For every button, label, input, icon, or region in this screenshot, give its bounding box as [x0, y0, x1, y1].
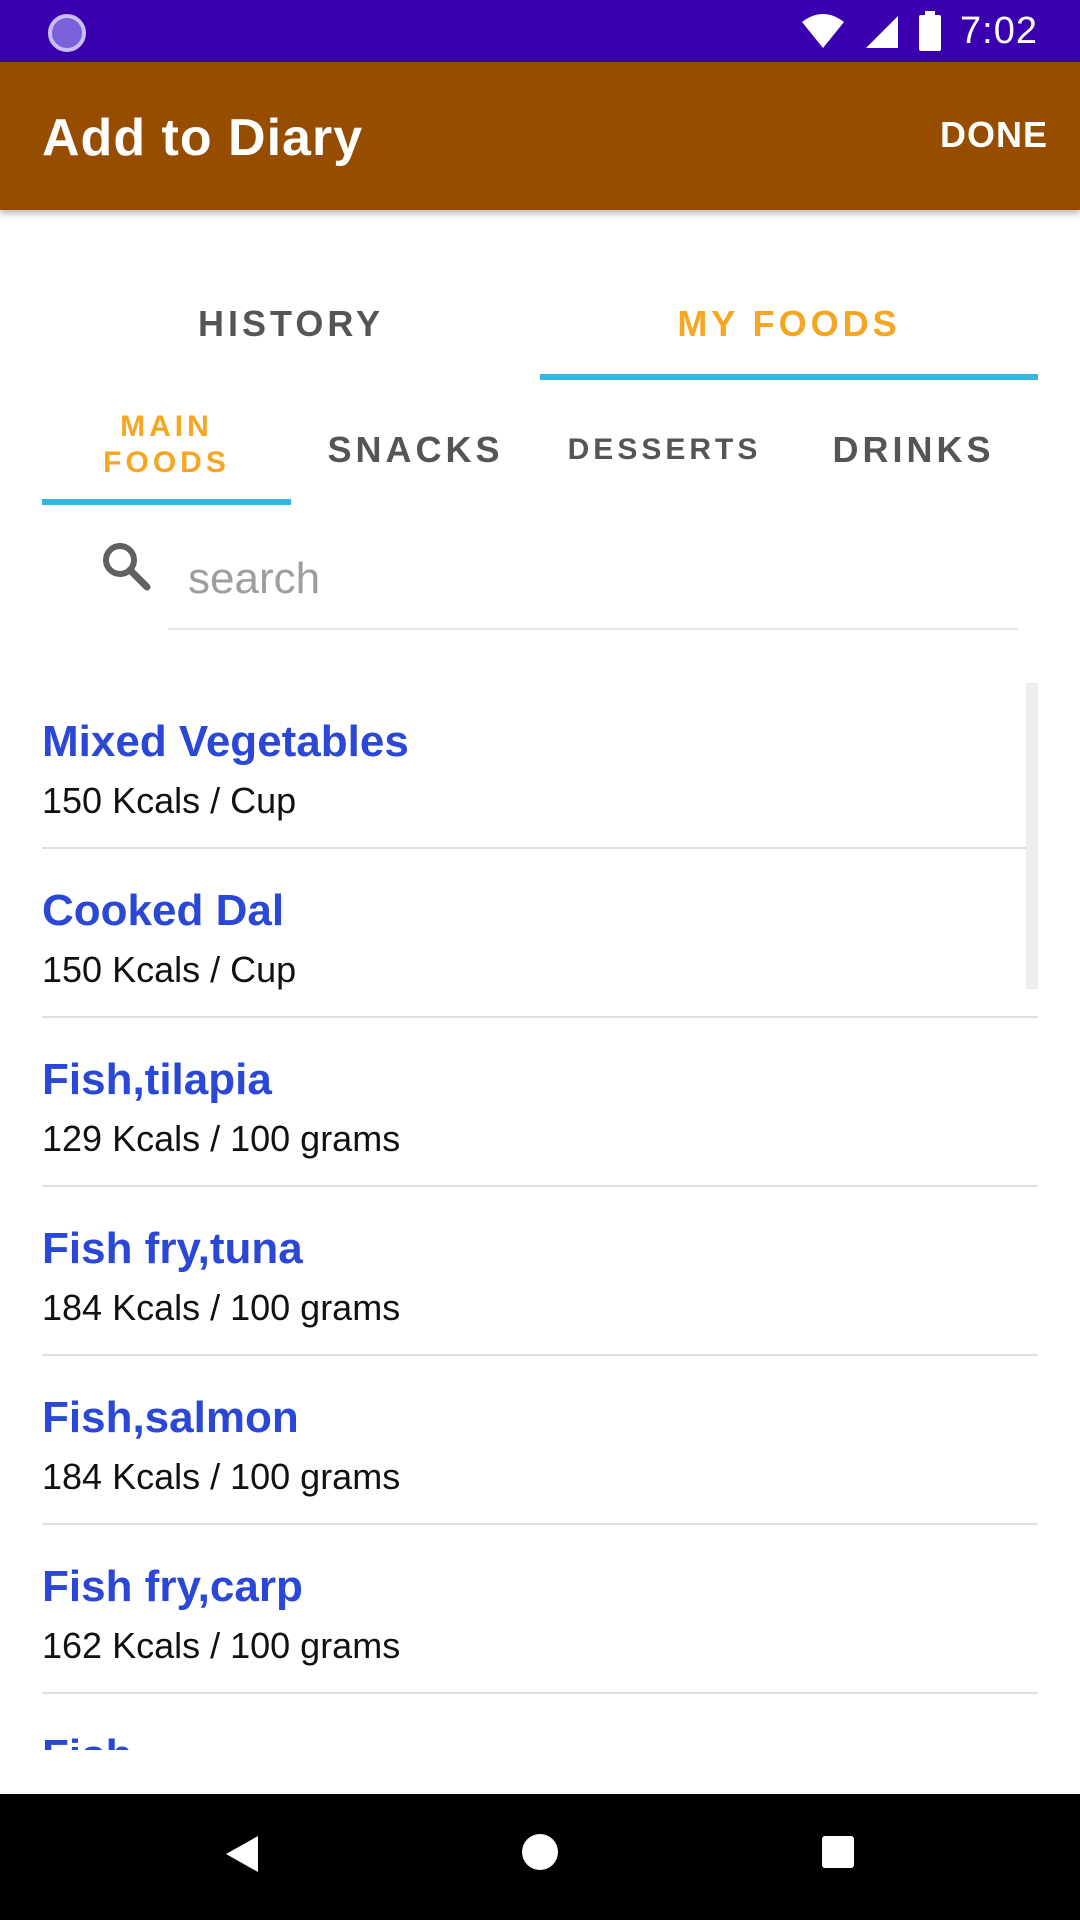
- tab-indicator: [540, 374, 1038, 380]
- app-bar: Add to Diary DONE: [0, 62, 1080, 210]
- food-name: Fish: [42, 1731, 132, 1750]
- food-calories: 184 Kcals / 100 grams: [42, 1456, 401, 1497]
- tab-my-foods[interactable]: MY FOODS: [540, 270, 1038, 378]
- food-calories: 129 Kcals / 100 grams: [42, 1118, 401, 1159]
- back-triangle-icon[interactable]: [224, 1834, 260, 1874]
- list-item[interactable]: Cooked Dal 150 Kcals / Cup: [42, 849, 1038, 1018]
- category-tab-indicator: [42, 499, 291, 505]
- food-name: Fish fry,tuna: [42, 1224, 303, 1273]
- food-name: Fish,tilapia: [42, 1055, 272, 1104]
- search-icon: [103, 543, 151, 591]
- food-name: Fish fry,carp: [42, 1562, 303, 1611]
- tab-snacks[interactable]: SNACKS: [291, 395, 540, 505]
- search-input[interactable]: [168, 530, 1018, 630]
- food-list[interactable]: Mixed Vegetables 150 Kcals / Cup Cooked …: [42, 680, 1038, 1750]
- status-time: 7:02: [960, 9, 1038, 52]
- list-item[interactable]: Mixed Vegetables 150 Kcals / Cup: [42, 680, 1038, 849]
- screen: 7:02 Add to Diary DONE HISTORY MY FOODS …: [0, 0, 1080, 1920]
- category-tabs: MAIN FOODS SNACKS DESSERTS DRINKS: [42, 395, 1038, 505]
- scrollbar[interactable]: [1026, 683, 1038, 989]
- status-icons: 7:02: [800, 0, 1038, 62]
- tab-drinks[interactable]: DRINKS: [789, 395, 1038, 505]
- recents-square-icon[interactable]: [822, 1836, 854, 1868]
- status-bar: 7:02: [0, 0, 1080, 62]
- list-item[interactable]: Fish,salmon 184 Kcals / 100 grams: [42, 1356, 1038, 1525]
- food-calories: 162 Kcals / 100 grams: [42, 1625, 401, 1666]
- loading-indicator-icon: [48, 14, 86, 52]
- list-item[interactable]: Fish fry,tuna 184 Kcals / 100 grams: [42, 1187, 1038, 1356]
- done-button[interactable]: DONE: [940, 114, 1048, 156]
- page-title: Add to Diary: [42, 109, 364, 167]
- list-item[interactable]: Fish,tilapia 129 Kcals / 100 grams: [42, 1018, 1038, 1187]
- home-circle-icon[interactable]: [522, 1834, 558, 1870]
- food-name: Cooked Dal: [42, 886, 285, 935]
- tab-desserts[interactable]: DESSERTS: [540, 395, 789, 505]
- top-tabs: HISTORY MY FOODS: [42, 270, 1038, 380]
- list-item[interactable]: Fish: [42, 1694, 1038, 1750]
- food-calories: 150 Kcals / Cup: [42, 780, 297, 821]
- tab-main-foods[interactable]: MAIN FOODS: [42, 395, 291, 505]
- food-calories: 184 Kcals / 100 grams: [42, 1287, 401, 1328]
- food-calories: 150 Kcals / Cup: [42, 949, 297, 990]
- system-nav-bar: [0, 1794, 1080, 1920]
- signal-icon: [866, 16, 899, 48]
- wifi-icon: [802, 14, 845, 48]
- list-item[interactable]: Fish fry,carp 162 Kcals / 100 grams: [42, 1525, 1038, 1694]
- tab-history[interactable]: HISTORY: [42, 270, 540, 378]
- food-name: Mixed Vegetables: [42, 717, 409, 766]
- battery-icon: [919, 11, 942, 51]
- food-name: Fish,salmon: [42, 1393, 299, 1442]
